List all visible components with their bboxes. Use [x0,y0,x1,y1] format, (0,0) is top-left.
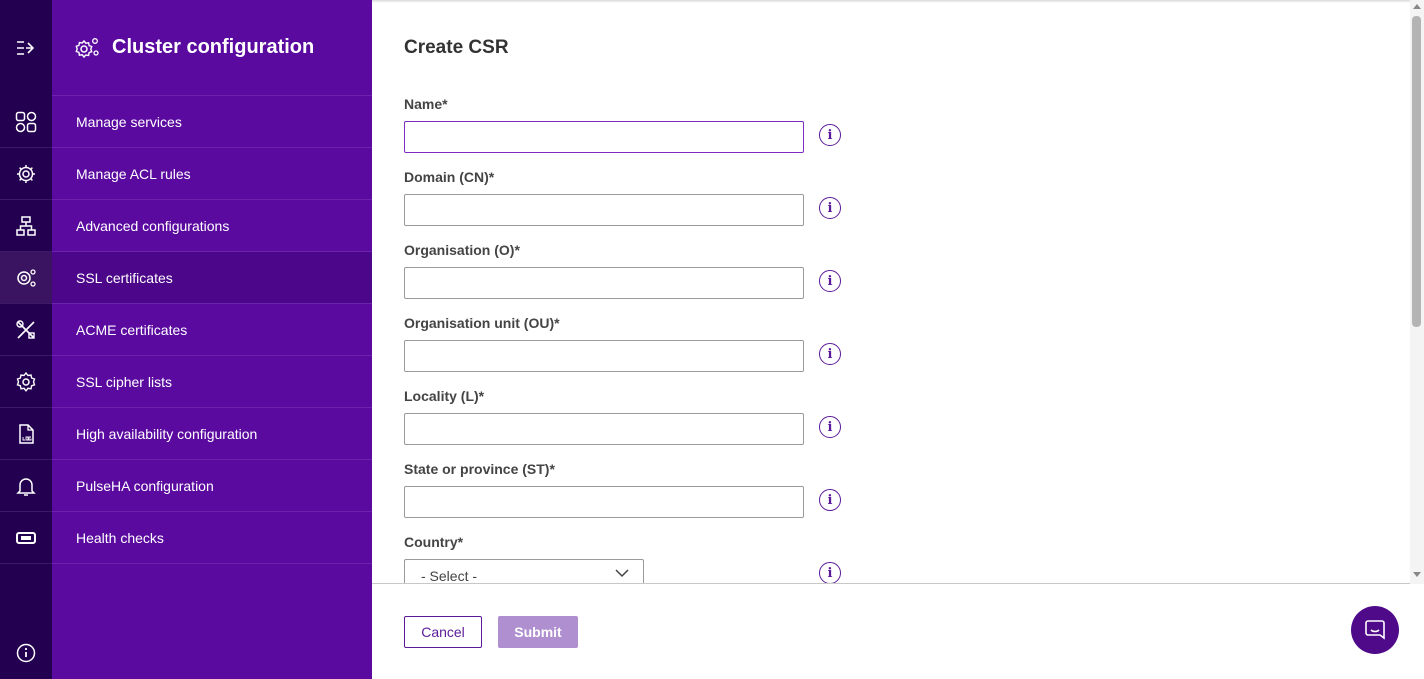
sidebar-item-health-checks[interactable]: Health checks [52,512,372,564]
state-label: State or province (ST)* [404,461,555,477]
sidebar-item-label: High availability configuration [76,425,258,442]
scroll-up-arrow-icon[interactable] [1413,4,1421,9]
sidebar-item-label: SSL cipher lists [76,373,172,390]
organisation-unit-info-icon[interactable]: i [819,343,841,365]
locality-input[interactable] [404,413,804,445]
submit-button[interactable]: Submit [498,616,578,648]
rail-ssl-cipher-lists[interactable] [0,356,52,408]
cluster-gear-icon [75,37,99,58]
sidebar-item-label: Health checks [76,529,164,546]
country-info-icon[interactable]: i [819,562,841,583]
sidebar-item-label: ACME certificates [76,321,188,338]
rail-health-checks[interactable] [0,512,52,564]
country-select[interactable]: - Select - [404,559,644,584]
sidebar-item-ssl-cipher-lists[interactable]: SSL cipher lists [52,356,372,408]
cancel-button[interactable]: Cancel [404,616,482,648]
state-info-icon[interactable]: i [819,489,841,511]
sidebar-item-manage-acl-rules[interactable]: Manage ACL rules [52,148,372,200]
name-input[interactable] [404,121,804,153]
collapse-menu-button[interactable] [0,22,52,74]
scrollbar-thumb[interactable] [1412,16,1421,327]
sidebar-item-high-availability[interactable]: High availability configuration [52,408,372,460]
top-shadow [372,0,1424,3]
create-csr-form: Create CSR Name* i Domain (CN)* i Organi… [372,0,1424,584]
organisation-unit-label: Organisation unit (OU)* [404,315,560,331]
chat-button[interactable] [1351,606,1399,654]
scroll-down-arrow-icon[interactable] [1413,572,1421,577]
collapse-menu-icon [17,41,35,55]
network-config-icon [16,215,36,236]
domain-label: Domain (CN)* [404,169,495,185]
log-file-icon [19,423,34,444]
rail-ssl-certificates[interactable] [0,252,52,304]
sidebar-item-advanced-configurations[interactable]: Advanced configurations [52,200,372,252]
sidebar-item-manage-services[interactable]: Manage services [52,96,372,148]
sidebar-item-label: Manage ACL rules [76,165,191,182]
country-label: Country* [404,534,464,550]
rail-manage-services[interactable] [0,96,52,148]
cipher-gear-icon [16,371,36,392]
state-input[interactable] [404,486,804,518]
rail-manage-acl[interactable] [0,148,52,200]
domain-input[interactable] [404,194,804,226]
locality-info-icon[interactable]: i [819,416,841,438]
rail-pulseha[interactable] [0,460,52,512]
info-icon [16,643,36,663]
organisation-label: Organisation (O)* [404,242,520,258]
sidebar-item-label: Manage services [76,113,182,130]
sidebar-item-label: Advanced configurations [76,217,230,234]
tools-icon [16,319,35,339]
sidebar-title: Cluster configuration [112,36,315,58]
acl-gear-icon [17,164,35,183]
rail-acme-certificates[interactable] [0,304,52,356]
sidebar-item-pulseha[interactable]: PulseHA configuration [52,460,372,512]
sidebar-item-acme-certificates[interactable]: ACME certificates [52,304,372,356]
services-grid-icon [15,111,37,132]
locality-label: Locality (L)* [404,388,485,404]
bell-icon [16,477,36,496]
sidebar-item-label: SSL certificates [76,269,173,286]
chevron-down-icon [615,569,629,578]
form-footer: Cancel Submit [372,585,1424,679]
organisation-unit-input[interactable] [404,340,804,372]
rail-info-button[interactable] [0,627,52,679]
icon-rail [0,0,52,679]
organisation-input[interactable] [404,267,804,299]
country-select-value: - Select - [421,568,478,584]
name-label: Name* [404,96,448,112]
rail-advanced-config[interactable] [0,200,52,252]
rail-high-availability[interactable] [0,408,52,460]
organisation-info-icon[interactable]: i [819,270,841,292]
sidebar-header: Cluster configuration [52,0,372,96]
health-ticket-icon [16,531,36,544]
page-title: Create CSR [404,37,509,58]
name-info-icon[interactable]: i [819,124,841,146]
sidebar-item-ssl-certificates[interactable]: SSL certificates [52,252,372,304]
domain-info-icon[interactable]: i [819,197,841,219]
sidebar: Cluster configuration Manage services Ma… [52,0,372,679]
chat-bubble-icon [1365,620,1385,640]
sidebar-item-label: PulseHA configuration [76,477,214,494]
ssl-gear-icon [17,268,36,287]
